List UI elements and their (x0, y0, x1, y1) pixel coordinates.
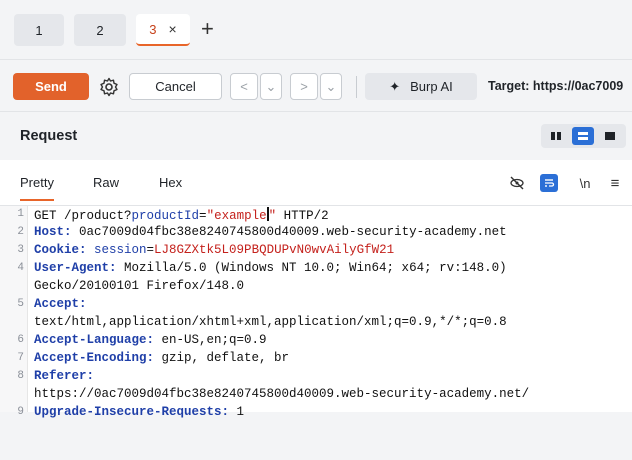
header-line: 7 Accept-Encoding: gzip, deflate, br (0, 350, 632, 368)
forward-history-dropdown[interactable]: ⌄ (320, 73, 342, 100)
param-value: "example (206, 209, 267, 223)
cookie-value: LJ8GZXtk5L09PBQDUPvN0wvAilyGfW21 (154, 243, 395, 257)
burp-ai-label: Burp AI (410, 79, 453, 94)
chevron-left-icon: < (240, 79, 248, 94)
chevron-right-icon: > (300, 79, 308, 94)
line-number: 3 (17, 244, 24, 256)
header-value: 1 (229, 405, 245, 419)
header-name: Host: (34, 225, 72, 239)
cancel-button[interactable]: Cancel (129, 73, 222, 100)
tab-pretty[interactable]: Pretty (20, 175, 54, 201)
toolbar: Send Cancel < ⌄ > ⌄ ✦ Burp AI Target: ht… (0, 60, 632, 112)
forward-button[interactable]: > (290, 73, 318, 100)
line-number: 2 (17, 226, 24, 238)
protocol: HTTP/2 (276, 209, 329, 223)
gear-icon[interactable] (97, 75, 121, 99)
tab-label: 3 (149, 21, 157, 37)
stacked-layout-icon[interactable] (572, 127, 594, 145)
header-name: Referer: (34, 369, 95, 383)
tab-3[interactable]: 3 × (136, 14, 190, 46)
tab-2[interactable]: 2 (74, 14, 126, 46)
burp-ai-button[interactable]: ✦ Burp AI (365, 73, 477, 100)
request-panel: Request Pretty Raw Hex \n ≡ 1 GET /produ… (0, 112, 632, 419)
header-value: https://0ac7009d04fbc38e8240745800d40009… (34, 387, 530, 401)
header-line: 3 Cookie: session=LJ8GZXtk5L09PBQDUPvN0w… (0, 242, 632, 260)
header-value: Gecko/20100101 Firefox/148.0 (34, 279, 245, 293)
line-number: 9 (17, 406, 24, 418)
tab-1[interactable]: 1 (14, 14, 64, 46)
header-line: 5 Accept: (0, 296, 632, 314)
line-number: 7 (17, 352, 24, 364)
header-name: Upgrade-Insecure-Requests: (34, 405, 230, 419)
hide-icon[interactable] (508, 174, 526, 192)
toolbar-divider (356, 76, 357, 98)
tab-label: 2 (96, 22, 104, 38)
layout-toggle-group (541, 124, 626, 148)
newline-toggle[interactable]: \n (576, 174, 594, 192)
header-line-continued: https://0ac7009d04fbc38e8240745800d40009… (0, 386, 632, 404)
header-name: Accept: (34, 297, 87, 311)
header-value: text/html,application/xhtml+xml,applicat… (34, 315, 507, 329)
panel-title: Request (20, 128, 78, 144)
back-history-dropdown[interactable]: ⌄ (260, 73, 282, 100)
side-by-side-layout-icon[interactable] (545, 127, 567, 145)
header-value: gzip, deflate, br (154, 351, 290, 365)
header-line: 2 Host: 0ac7009d04fbc38e8240745800d40009… (0, 224, 632, 242)
header-name: Accept-Language: (34, 333, 155, 347)
header-line: 9 Upgrade-Insecure-Requests: 1 (0, 404, 632, 422)
header-name: Accept-Encoding: (34, 351, 155, 365)
header-value: en-US,en;q=0.9 (154, 333, 267, 347)
line-number: 6 (17, 334, 24, 346)
cookie-eq: = (146, 243, 155, 257)
param-name: productId (131, 209, 200, 223)
request-line: 1 GET /product?productId="example " HTTP/… (0, 206, 632, 224)
single-layout-icon[interactable] (599, 127, 621, 145)
tab-raw[interactable]: Raw (93, 175, 119, 190)
header-value: Mozilla/5.0 (Windows NT 10.0; Win64; x64… (116, 261, 507, 275)
header-line: 8 Referer: (0, 368, 632, 386)
tab-bar: 1 2 3 × + (0, 0, 632, 60)
header-line: 4 User-Agent: Mozilla/5.0 (Windows NT 10… (0, 260, 632, 278)
cookie-name: session (86, 243, 147, 257)
chevron-down-icon: ⌄ (325, 78, 337, 94)
back-button[interactable]: < (230, 73, 258, 100)
header-name: Cookie: (34, 243, 87, 257)
line-number: 4 (17, 262, 24, 274)
param-eq: = (199, 209, 207, 223)
menu-icon[interactable]: ≡ (606, 174, 624, 192)
chevron-down-icon: ⌄ (265, 78, 277, 94)
header-line-continued: text/html,application/xhtml+xml,applicat… (0, 314, 632, 332)
request-editor[interactable]: 1 GET /product?productId="example " HTTP/… (0, 206, 632, 419)
header-line-continued: Gecko/20100101 Firefox/148.0 (0, 278, 632, 296)
add-tab-icon[interactable]: + (201, 15, 214, 43)
tab-hex[interactable]: Hex (159, 175, 182, 190)
method-path: GET /product? (34, 209, 132, 223)
header-line: 6 Accept-Language: en-US,en;q=0.9 (0, 332, 632, 350)
line-number: 5 (17, 298, 24, 310)
header-name: User-Agent: (34, 261, 117, 275)
close-icon[interactable]: × (169, 21, 177, 37)
param-value-end: " (268, 209, 277, 223)
view-tabs: Pretty Raw Hex \n ≡ (0, 160, 632, 206)
line-number: 8 (17, 370, 24, 382)
line-number: 1 (17, 208, 24, 220)
send-button[interactable]: Send (13, 73, 89, 100)
header-value: 0ac7009d04fbc38e8240745800d40009.web-sec… (71, 225, 507, 239)
target-label[interactable]: Target: https://0ac7009 (488, 79, 623, 93)
wrap-lines-icon[interactable] (540, 174, 558, 192)
request-header: Request (0, 112, 632, 160)
sparkle-icon: ✦ (389, 78, 401, 94)
tab-label: 1 (35, 22, 43, 38)
